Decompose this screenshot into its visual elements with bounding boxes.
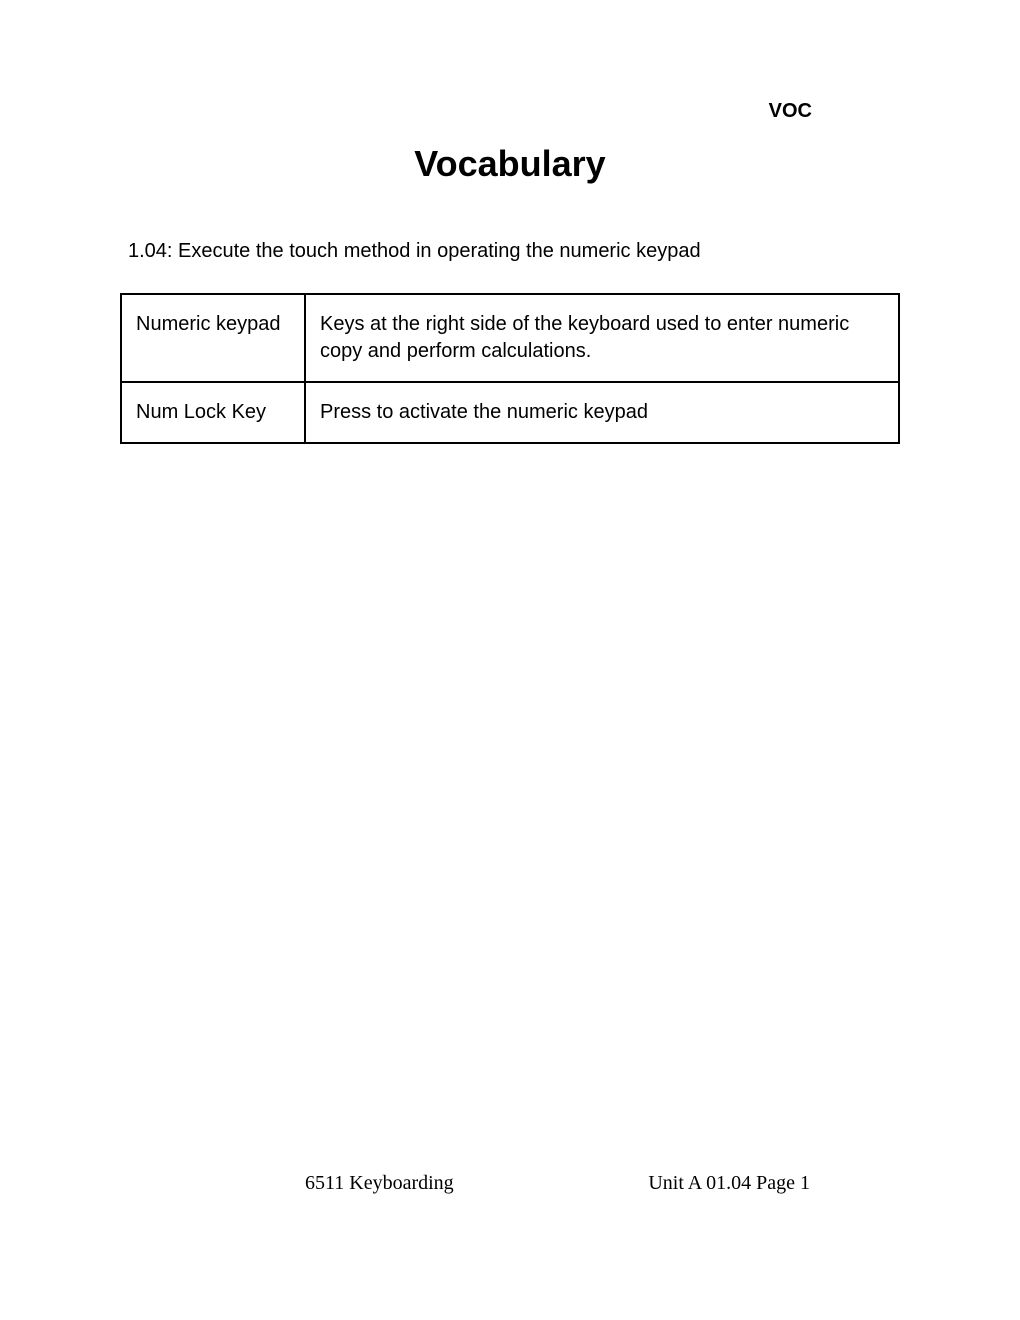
table-row: Num Lock Key Press to activate the numer… (121, 382, 899, 443)
footer-unit-page: Unit A 01.04 Page 1 (648, 1172, 810, 1195)
vocab-term: Numeric keypad (121, 294, 305, 382)
footer-course: 6511 Keyboarding (305, 1172, 454, 1195)
vocab-term: Num Lock Key (121, 382, 305, 443)
table-row: Numeric keypad Keys at the right side of… (121, 294, 899, 382)
vocab-definition: Press to activate the numeric keypad (305, 382, 899, 443)
objective-text: 1.04: Execute the touch method in operat… (120, 240, 900, 263)
document-page: VOC Vocabulary 1.04: Execute the touch m… (0, 0, 1020, 1320)
header-label: VOC (120, 100, 900, 123)
vocab-definition: Keys at the right side of the keyboard u… (305, 294, 899, 382)
vocab-table: Numeric keypad Keys at the right side of… (120, 293, 900, 444)
page-title: Vocabulary (120, 143, 900, 185)
